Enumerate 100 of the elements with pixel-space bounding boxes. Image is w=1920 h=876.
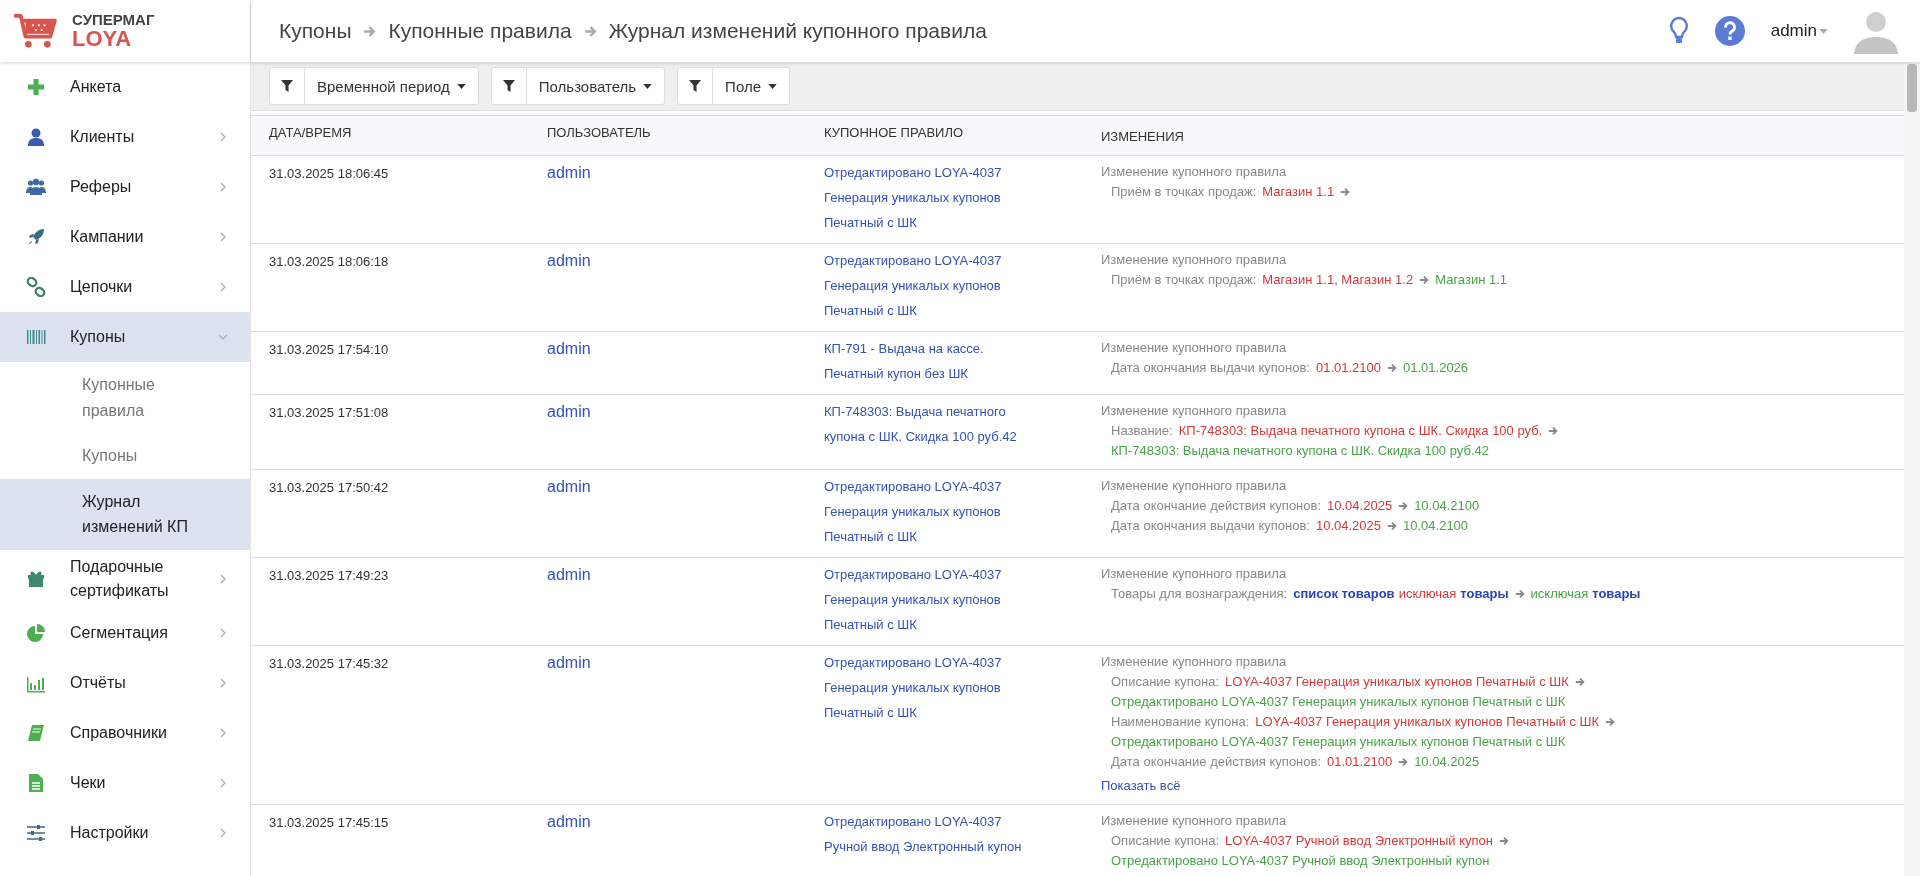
sidebar-item[interactable]: Отчёты (0, 657, 250, 708)
sidebar-item[interactable]: Реферы (0, 162, 250, 212)
arrow-right-icon (1398, 757, 1409, 767)
change-title: Изменение купонного правила (1101, 565, 1288, 583)
cart-icon (12, 12, 58, 50)
chain-icon (26, 277, 46, 297)
old-value: Магазин 1.1, Магазин 1.2 (1262, 271, 1414, 289)
logo-title: СУПЕРМАГ (72, 11, 155, 28)
rocket-icon (26, 227, 46, 247)
sidebar-item[interactable]: Подарочные сертификаты (0, 549, 250, 608)
logo[interactable]: СУПЕРМАГ LOYA (0, 0, 250, 62)
coupon-rule-link[interactable]: Отредактировано LOYA-4037 Генерация уникалых купонов Печатный с ШК (824, 160, 1039, 235)
user-link[interactable]: admin (547, 478, 591, 495)
old-value: КП-748303: Выдача печатного купона с ШК. Скидка 100 руб. (1178, 422, 1543, 440)
user-link[interactable]: admin (547, 252, 591, 269)
breadcrumb-link[interactable]: Купонные правила (388, 19, 572, 43)
change-title: Изменение купонного правила (1101, 812, 1288, 830)
column-header: КУПОННОЕ ПРАВИЛО (824, 125, 965, 142)
sidebar-subitem[interactable]: Купонные правила (0, 362, 250, 434)
new-value: 10.04.2025 (1414, 753, 1480, 771)
coupon-rule-link[interactable]: Отредактировано LOYA-4037 Ручной ввод Электронный купон (824, 809, 1039, 859)
datetime-cell-text: 31.03.2025 17:51:08 (269, 404, 389, 422)
document-icon (26, 772, 46, 793)
arrow-right-icon (1340, 187, 1351, 197)
user-link[interactable]: admin (547, 813, 591, 830)
arrow-right-icon (1605, 717, 1616, 727)
filter-dropdown[interactable]: Временной период (305, 67, 479, 105)
sliders-icon (26, 822, 46, 843)
new-value: КП-748303: Выдача печатного купона с ШК. Скидка 100 руб.42 (1111, 442, 1489, 460)
caret-icon (643, 83, 653, 89)
sidebar-item[interactable]: Купоны (0, 312, 250, 362)
datetime-cell-text: 31.03.2025 17:45:15 (269, 814, 389, 832)
sidebar-subitem[interactable]: Купоны (0, 433, 250, 479)
funnel-icon (689, 80, 702, 92)
sidebar-item[interactable]: Справочники (0, 707, 250, 758)
user-link[interactable]: admin (547, 340, 591, 357)
sidebar-item[interactable]: Кампании (0, 212, 250, 262)
scrollbar-thumb[interactable] (1907, 64, 1917, 112)
sidebar-item[interactable]: Клиенты (0, 112, 250, 162)
coupon-rule-link[interactable]: КП-791 - Выдача на кассе. Печатный купон без ШК (824, 336, 1039, 386)
people-icon (26, 177, 46, 197)
new-value: Отредактировано LOYA-4037 Генерация уникалых купонов Печатный с ШК (1111, 693, 1566, 711)
change-title: Изменение купонного правила (1101, 339, 1288, 357)
new-value: Отредактировано LOYA-4037 Генерация уникалых купонов Печатный с ШК (1111, 733, 1566, 751)
change-title: Изменение купонного правила (1101, 251, 1288, 269)
filter-dropdown[interactable]: Поле (713, 67, 790, 105)
sidebar-item[interactable]: Анкета (0, 62, 250, 112)
show-all-link[interactable]: Показать всё (1101, 776, 1181, 796)
help-icon[interactable] (1714, 16, 1745, 46)
filter-button[interactable] (490, 67, 527, 105)
column-header: ИЗМЕНЕНИЯ (1101, 128, 1185, 146)
new-value: исключая (1530, 585, 1589, 603)
old-value: LOYA-4037 Генерация уникалых купонов Печатный с ШК (1255, 713, 1600, 731)
datetime-cell-text: 31.03.2025 17:50:42 (269, 479, 389, 497)
caret-icon (1819, 28, 1828, 34)
coupon-rule-link[interactable]: Отредактировано LOYA-4037 Генерация уникалых купонов Печатный с ШК (824, 650, 1039, 725)
user-link[interactable]: admin (547, 164, 591, 181)
new-value: Отредактировано LOYA-4037 Ручной ввод Электронный купон (1111, 852, 1490, 870)
new-value: 10.04.2100 (1414, 497, 1480, 515)
arrow-right-icon (1387, 363, 1397, 373)
arrow-right-icon (1548, 426, 1559, 436)
change-field: Приём в точках продаж: (1111, 184, 1257, 199)
datetime-cell-text: 31.03.2025 18:06:18 (269, 253, 389, 271)
old-value: 01.01.2100 (1327, 753, 1393, 771)
sidebar-item[interactable]: Настройки (0, 807, 250, 858)
filter-button[interactable] (677, 67, 714, 105)
user-link[interactable]: admin (547, 654, 591, 671)
sidebar-item[interactable]: Чеки (0, 757, 250, 808)
old-value: LOYA-4037 Генерация уникалых купонов Печатный с ШК (1225, 673, 1569, 691)
lightbulb-icon[interactable] (1668, 16, 1689, 46)
change-field: Дата окончание действия купонов: (1111, 498, 1322, 513)
coupon-rule-link[interactable]: КП-748303: Выдача печатного купона с ШК. Скидка 100 руб.42 (824, 399, 1039, 449)
coupon-rule-link[interactable]: Отредактировано LOYA-4037 Генерация уникалых купонов Печатный с ШК (824, 562, 1039, 637)
change-field: Название: (1111, 423, 1173, 438)
new-value: 10.04.2100 (1403, 517, 1469, 535)
old-value: исключая (1398, 585, 1457, 603)
change-field: Приём в точках продаж: (1111, 272, 1257, 287)
coupon-rule-link[interactable]: Отредактировано LOYA-4037 Генерация уникалых купонов Печатный с ШК (824, 474, 1039, 549)
funnel-icon (281, 80, 293, 92)
book-icon (26, 722, 46, 743)
arrow-right-icon (1499, 836, 1509, 846)
user-menu-button[interactable]: admin (1770, 21, 1828, 41)
change-field: Дата окончания выдачи купонов: (1111, 518, 1310, 533)
breadcrumb-link[interactable]: Купоны (279, 19, 352, 43)
old-value: Магазин 1.1 (1262, 183, 1335, 201)
user-link[interactable]: admin (547, 403, 591, 420)
arrow-right-icon (1419, 275, 1430, 285)
change-field: Описание купона: (1111, 674, 1220, 689)
sidebar-item[interactable]: Сегментация (0, 607, 250, 658)
arrow-right-icon (1387, 521, 1397, 531)
sidebar-subitem[interactable]: Журнал изменений КП (0, 478, 250, 550)
filter-button[interactable] (269, 67, 305, 105)
sidebar-item[interactable]: Цепочки (0, 262, 250, 312)
old-value: товары (1460, 585, 1509, 603)
new-value: товары (1592, 585, 1641, 603)
arrow-right-icon (1574, 677, 1585, 687)
user-link[interactable]: admin (547, 566, 591, 583)
coupon-rule-link[interactable]: Отредактировано LOYA-4037 Генерация уникалых купонов Печатный с ШК (824, 248, 1039, 323)
filter-dropdown[interactable]: Пользователь (526, 67, 666, 105)
column-header: ПОЛЬЗОВАТЕЛЬ (547, 125, 652, 142)
